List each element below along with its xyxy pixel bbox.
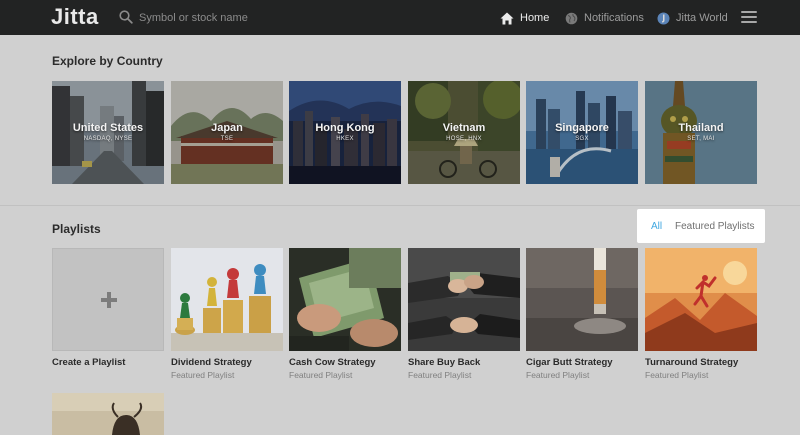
playlist-title[interactable]: Turnaround Strategy xyxy=(645,357,738,368)
dividend-image xyxy=(171,248,283,351)
playlist-subtitle: Featured Playlist xyxy=(526,370,590,380)
nav-jitta-world[interactable]: Jitta World xyxy=(657,10,728,26)
playlist-card-share-buy-back[interactable] xyxy=(408,248,520,351)
explore-section-title: Explore by Country xyxy=(52,54,163,68)
country-card-united-states[interactable]: United States NASDAQ, NYSE xyxy=(52,81,164,184)
home-icon xyxy=(500,12,514,24)
country-name: Thailand xyxy=(678,122,724,134)
playlist-subtitle: Featured Playlist xyxy=(408,370,472,380)
country-name: Singapore xyxy=(555,122,609,134)
jitta-logo[interactable]: Jitta xyxy=(51,4,99,30)
top-navigation-bar: Jitta Home Notifications Jitta World xyxy=(0,0,800,35)
nav-home-label: Home xyxy=(520,12,550,24)
playlist-title[interactable]: Share Buy Back xyxy=(408,357,480,368)
country-markets: HKEX xyxy=(336,136,354,142)
filter-all-link[interactable]: All xyxy=(651,221,662,232)
nav-home[interactable]: Home xyxy=(500,10,549,26)
jitta-world-icon xyxy=(657,12,670,24)
playlist-card-dividend[interactable] xyxy=(171,248,283,351)
search-input[interactable] xyxy=(139,9,339,27)
cash-cow-image xyxy=(289,248,401,351)
plus-icon xyxy=(101,292,117,308)
country-name: Vietnam xyxy=(442,122,486,134)
nav-notifications-label: Notifications xyxy=(584,12,644,24)
nav-jitta-world-label: Jitta World xyxy=(676,12,728,24)
search-icon xyxy=(119,10,133,24)
playlist-card-turnaround[interactable] xyxy=(645,248,757,351)
filter-featured-link[interactable]: Featured Playlists xyxy=(675,221,754,232)
country-name: Hong Kong xyxy=(315,122,375,134)
country-markets: SET, MAI xyxy=(687,136,715,142)
playlist-card-bull[interactable] xyxy=(52,393,164,435)
playlist-card-cash-cow[interactable] xyxy=(289,248,401,351)
playlist-filter: All Featured Playlists xyxy=(637,209,765,243)
playlist-title[interactable]: Dividend Strategy xyxy=(171,357,252,368)
country-markets: HOSE, HNX xyxy=(446,136,482,142)
section-divider xyxy=(0,205,800,206)
playlist-title[interactable]: Cash Cow Strategy xyxy=(289,357,376,368)
country-markets: SGX xyxy=(575,136,589,142)
create-playlist-label[interactable]: Create a Playlist xyxy=(52,357,125,368)
country-name: United States xyxy=(72,122,144,134)
cigar-butt-image xyxy=(526,248,638,351)
create-playlist-card[interactable] xyxy=(52,248,164,351)
turnaround-image xyxy=(645,248,757,351)
playlist-card-cigar-butt[interactable] xyxy=(526,248,638,351)
country-card-singapore[interactable]: Singapore SGX xyxy=(526,81,638,184)
country-card-hong-kong[interactable]: Hong Kong HKEX xyxy=(289,81,401,184)
nav-notifications[interactable]: Notifications xyxy=(565,10,644,26)
globe-icon xyxy=(565,12,578,24)
playlists-section-title: Playlists xyxy=(52,222,101,236)
country-name: Japan xyxy=(211,122,243,134)
country-markets: NASDAQ, NYSE xyxy=(83,136,133,142)
country-markets: TSE xyxy=(220,136,234,142)
country-card-japan[interactable]: Japan TSE xyxy=(171,81,283,184)
bull-image xyxy=(52,393,164,435)
share-buy-back-image xyxy=(408,248,520,351)
country-card-thailand[interactable]: Thailand SET, MAI xyxy=(645,81,757,184)
country-card-vietnam[interactable]: Vietnam HOSE, HNX xyxy=(408,81,520,184)
hamburger-menu-icon[interactable] xyxy=(741,11,757,24)
playlist-subtitle: Featured Playlist xyxy=(645,370,709,380)
playlist-subtitle: Featured Playlist xyxy=(171,370,235,380)
playlist-subtitle: Featured Playlist xyxy=(289,370,353,380)
playlist-title[interactable]: Cigar Butt Strategy xyxy=(526,357,613,368)
